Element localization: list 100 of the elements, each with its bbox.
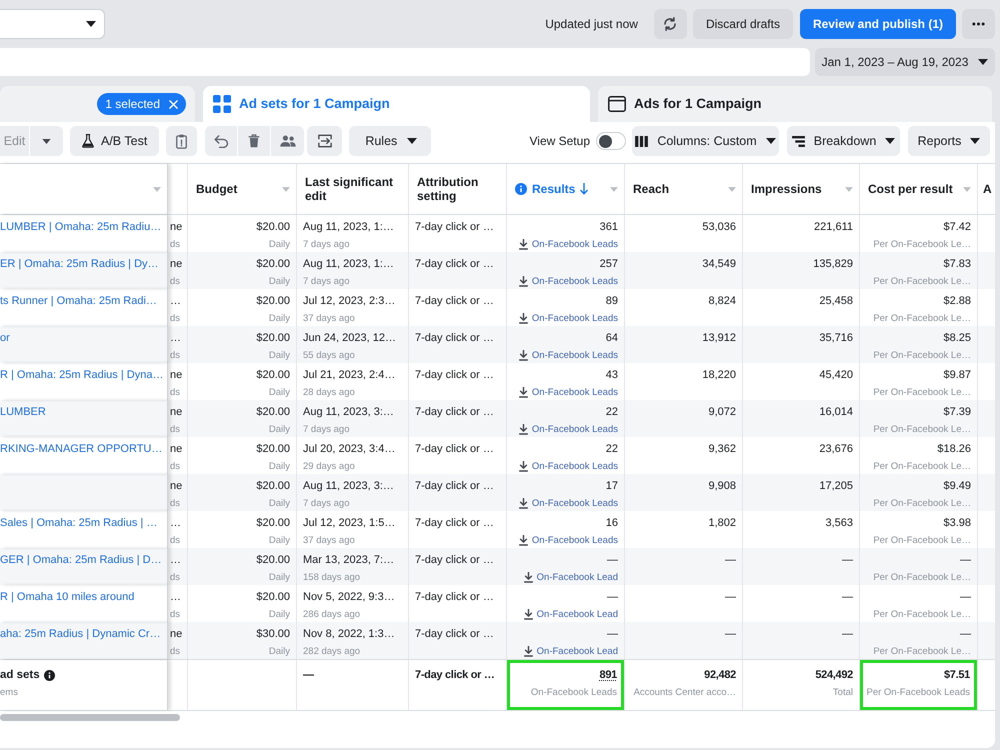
reach-value: 9,362 — [708, 442, 736, 457]
result-count: 43 — [606, 368, 618, 383]
column-header[interactable]: Last significant edit — [297, 164, 409, 214]
undo-button[interactable] — [205, 126, 238, 156]
delete-button[interactable] — [238, 126, 272, 156]
column-menu-caret-icon — [153, 186, 161, 192]
people-button[interactable] — [271, 126, 304, 156]
reports-button[interactable]: Reports — [908, 126, 990, 156]
trash-icon — [248, 134, 260, 148]
ad-set-name-link[interactable]: R | Omaha 10 miles around — [0, 590, 134, 605]
column-header[interactable]: Budget — [188, 164, 297, 214]
edit-age: 7 days ago — [303, 238, 350, 251]
result-type-link[interactable]: On-Facebook Leads — [532, 534, 618, 547]
ad-set-name-link[interactable]: R | Omaha: 25m Radius | Dyna… — [0, 368, 164, 383]
result-type-link[interactable]: On-Facebook Leads — [532, 460, 618, 473]
column-header[interactable]: Impressions — [743, 164, 860, 214]
result-type-link[interactable]: On-Facebook Leads — [532, 423, 618, 436]
people-icon — [280, 135, 296, 147]
column-header[interactable]: Results — [507, 164, 625, 214]
filter-field[interactable] — [0, 48, 810, 76]
column-header[interactable]: Attribution setting — [409, 164, 507, 214]
truncated-text: ne — [170, 368, 182, 383]
ad-set-name-link[interactable]: ER | Omaha: 25m Radius | Dy… — [0, 257, 159, 272]
info-icon — [515, 183, 527, 195]
edit-date: Aug 11, 2023, 3:… — [303, 405, 394, 420]
table-row[interactable]: ne ds $20.00 Daily Aug 11, 2023, 3:… 7 days ago 7-day click or … 17 On-Facebook Leads 9,908 17,205 $9.49 Per On-Facebook Le… — [0, 474, 995, 511]
ad-set-name-link[interactable]: ts Runner | Omaha: 25m Radi… — [0, 294, 157, 309]
reach-value: — — [725, 590, 736, 605]
ad-set-name-link[interactable]: LUMBER — [0, 405, 46, 420]
impressions-value: 524,492 — [815, 668, 853, 683]
horizontal-scrollbar[interactable] — [0, 714, 180, 721]
table-row[interactable]: aha: 25m Radius | Dynamic Cr… ne ds $30.00 Daily Nov 8, 2022, 1:3… 282 days ago 7-day click or … — On-Facebook Lead — — — Per On-Facebook Le… — [0, 622, 995, 659]
ad-set-name-link[interactable]: LUMBER | Omaha: 25m Radiu… — [0, 220, 162, 235]
tab[interactable]: Ads for 1 Campaign — [598, 86, 992, 122]
attribution-text: 7-day click or … — [415, 257, 494, 272]
info-icon — [44, 670, 55, 681]
toggle-switch[interactable] — [596, 132, 626, 150]
truncated-subtext: ds — [170, 497, 180, 510]
truncated-text: ne — [170, 627, 182, 642]
truncated-subtext: ds — [170, 312, 180, 325]
result-type-link[interactable]: On-Facebook Leads — [532, 386, 618, 399]
close-icon — [169, 100, 178, 108]
date-range-button[interactable]: Jan 1, 2023 – Aug 19, 2023 — [815, 48, 995, 76]
budget-amount: $20.00 — [256, 442, 290, 457]
reach-value: 53,036 — [702, 220, 736, 235]
column-header[interactable]: A — [978, 164, 995, 214]
result-count: 22 — [606, 442, 618, 457]
tab[interactable]: 1 selected — [0, 86, 195, 122]
cost-value: — — [960, 590, 971, 605]
impressions-value: 16,014 — [819, 405, 853, 420]
truncated-text: … — [170, 590, 181, 605]
table-row[interactable]: LUMBER ne ds $20.00 Daily Aug 11, 2023, 3:… 7 days ago 7-day click or … 22 On-Facebook Leads 9,072 16,014 $7.39 Per On-Facebook Le… — [0, 400, 995, 437]
result-type-link[interactable]: On-Facebook Leads — [532, 275, 618, 288]
refresh-button[interactable] — [654, 9, 687, 39]
result-type-link[interactable]: On-Facebook Lead — [536, 571, 618, 584]
truncated-subtext: ds — [170, 460, 180, 473]
status-text: Updated just now — [545, 16, 638, 33]
column-header[interactable]: Cost per result — [860, 164, 978, 214]
selection-chip[interactable]: 1 selected — [97, 93, 186, 115]
discard-drafts-button[interactable]: Discard drafts — [692, 9, 793, 39]
table-row[interactable]: or … ds $20.00 Daily Jun 24, 2023, 12… 55 days ago 7-day click or … 64 On-Facebook Leads 13,912 35,716 $8.25 Per On-Facebook Le… — [0, 326, 995, 363]
ad-set-name-link[interactable]: aha: 25m Radius | Dynamic Cr… — [0, 627, 161, 642]
edit-date: Aug 11, 2023, 1:… — [303, 257, 394, 272]
dropdown-field[interactable] — [0, 9, 105, 39]
result-type-link[interactable]: On-Facebook Lead — [536, 645, 618, 658]
result-type-link[interactable]: On-Facebook Leads — [532, 497, 618, 510]
column-header[interactable]: Reach — [625, 164, 743, 214]
flask-icon — [82, 134, 94, 148]
edit-date: Jul 12, 2023, 2:3… — [303, 294, 396, 309]
columns-button[interactable]: Columns: Custom — [632, 126, 779, 156]
edit-date: Jul 20, 2023, 3:4… — [303, 442, 396, 457]
table-row[interactable]: GER | Omaha: 25m Radius | D… … ds $20.00 Daily Mar 13, 2023, 7:… 158 days ago 7-day click or … — On-Facebook Lead — — — Per On-Facebook Le… — [0, 548, 995, 585]
ad-set-name-link[interactable]: GER | Omaha: 25m Radius | D… — [0, 553, 162, 568]
result-type-link[interactable]: On-Facebook Leads — [532, 312, 618, 325]
truncated-subtext: ds — [170, 423, 180, 436]
result-type-link[interactable]: On-Facebook Lead — [536, 608, 618, 621]
edit-date: Jun 24, 2023, 12… — [303, 331, 396, 346]
tab[interactable]: Ad sets for 1 Campaign — [203, 86, 590, 122]
ad-set-name-link[interactable]: RKING-MANAGER OPPORTU… — [0, 442, 162, 457]
rules-button[interactable]: Rules — [349, 126, 432, 156]
table-row[interactable]: ER | Omaha: 25m Radius | Dy… ne ds $20.00 Daily Aug 11, 2023, 1:… 7 days ago 7-day click or … 257 On-Facebook Leads 34,549 135,829 $7.83 Per On-Facebook Le… — [0, 252, 995, 289]
ad-set-name-link[interactable]: or — [0, 331, 10, 346]
cost-value: $7.39 — [943, 405, 971, 420]
breakdown-button[interactable]: Breakdown — [787, 126, 900, 156]
budget-amount: $30.00 — [256, 627, 290, 642]
edit-menu-button[interactable] — [30, 126, 63, 156]
result-count: 89 — [606, 294, 618, 309]
swap-button[interactable] — [307, 126, 342, 156]
edit-age: 37 days ago — [303, 312, 355, 325]
review-and-publish-button[interactable]: Review and publish (1) — [800, 9, 956, 39]
ab-test-button[interactable]: A/B Test — [70, 126, 160, 156]
truncated-text: … — [170, 516, 181, 531]
result-type-link[interactable]: On-Facebook Leads — [532, 238, 618, 251]
ad-set-name-link[interactable]: Sales | Omaha: 25m Radius | … — [0, 516, 158, 531]
cost-subtext: Per On-Facebook Le… — [873, 645, 971, 658]
result-type-link[interactable]: On-Facebook Leads — [532, 349, 618, 362]
budget-period: Daily — [268, 238, 290, 251]
more-button[interactable] — [962, 9, 995, 39]
clipboard-button[interactable] — [166, 126, 198, 156]
truncated-subtext: ds — [170, 238, 180, 251]
